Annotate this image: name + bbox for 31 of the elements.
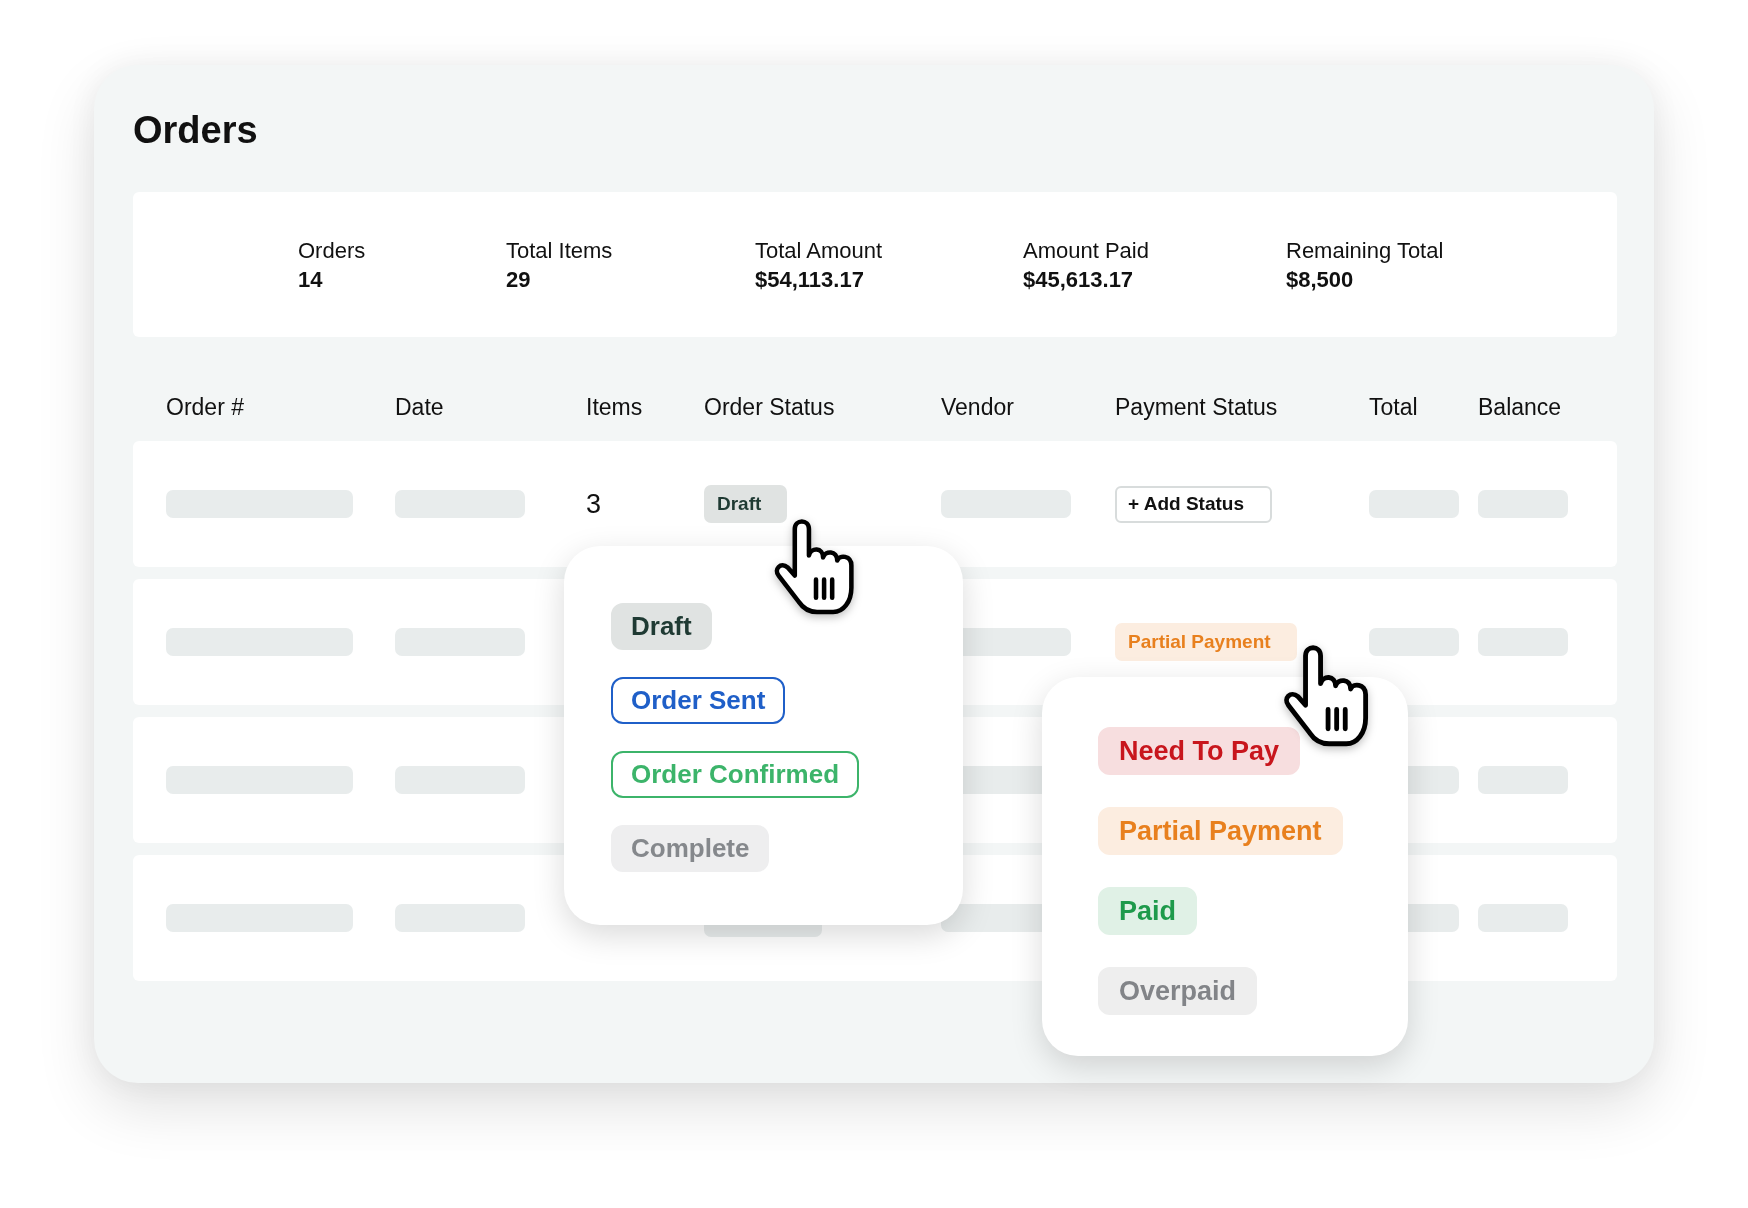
stat-value: 14 xyxy=(298,265,323,294)
column-header: Payment Status xyxy=(1115,393,1278,421)
stat-value: $54,113.17 xyxy=(755,265,864,294)
item-count: 3 xyxy=(586,488,602,520)
status-option[interactable]: Need To Pay xyxy=(1098,727,1301,775)
column-header: Vendor xyxy=(941,393,1014,421)
column-header: Items xyxy=(586,393,643,421)
status-option[interactable]: Complete xyxy=(611,825,770,872)
status-option[interactable]: Order Confirmed xyxy=(611,751,860,798)
status-option[interactable]: Paid xyxy=(1098,887,1198,935)
status-badge[interactable]: Draft xyxy=(704,485,788,523)
column-header: Balance xyxy=(1478,393,1562,421)
page-title: Orders xyxy=(133,108,259,153)
stat-value: $8,500 xyxy=(1286,265,1354,294)
stat-value: $45,613.17 xyxy=(1023,265,1134,294)
column-header: Order # xyxy=(166,393,244,421)
add-status-button[interactable]: + Add Status xyxy=(1115,485,1272,523)
status-option[interactable]: Partial Payment xyxy=(1098,807,1343,855)
status-option[interactable]: Overpaid xyxy=(1098,967,1258,1015)
stat-label: Remaining Total xyxy=(1286,236,1444,265)
status-option[interactable]: Draft xyxy=(611,603,712,650)
status-badge[interactable]: Partial Payment xyxy=(1115,623,1297,661)
status-option[interactable]: Order Sent xyxy=(611,677,786,724)
column-header: Total xyxy=(1369,393,1418,421)
stat-value: 29 xyxy=(506,265,531,294)
stat-label: Total Items xyxy=(506,236,613,265)
column-header: Order Status xyxy=(704,393,835,421)
stat-label: Amount Paid xyxy=(1023,236,1149,265)
column-header: Date xyxy=(395,393,444,421)
stat-label: Orders xyxy=(298,236,366,265)
stat-label: Total Amount xyxy=(755,236,883,265)
